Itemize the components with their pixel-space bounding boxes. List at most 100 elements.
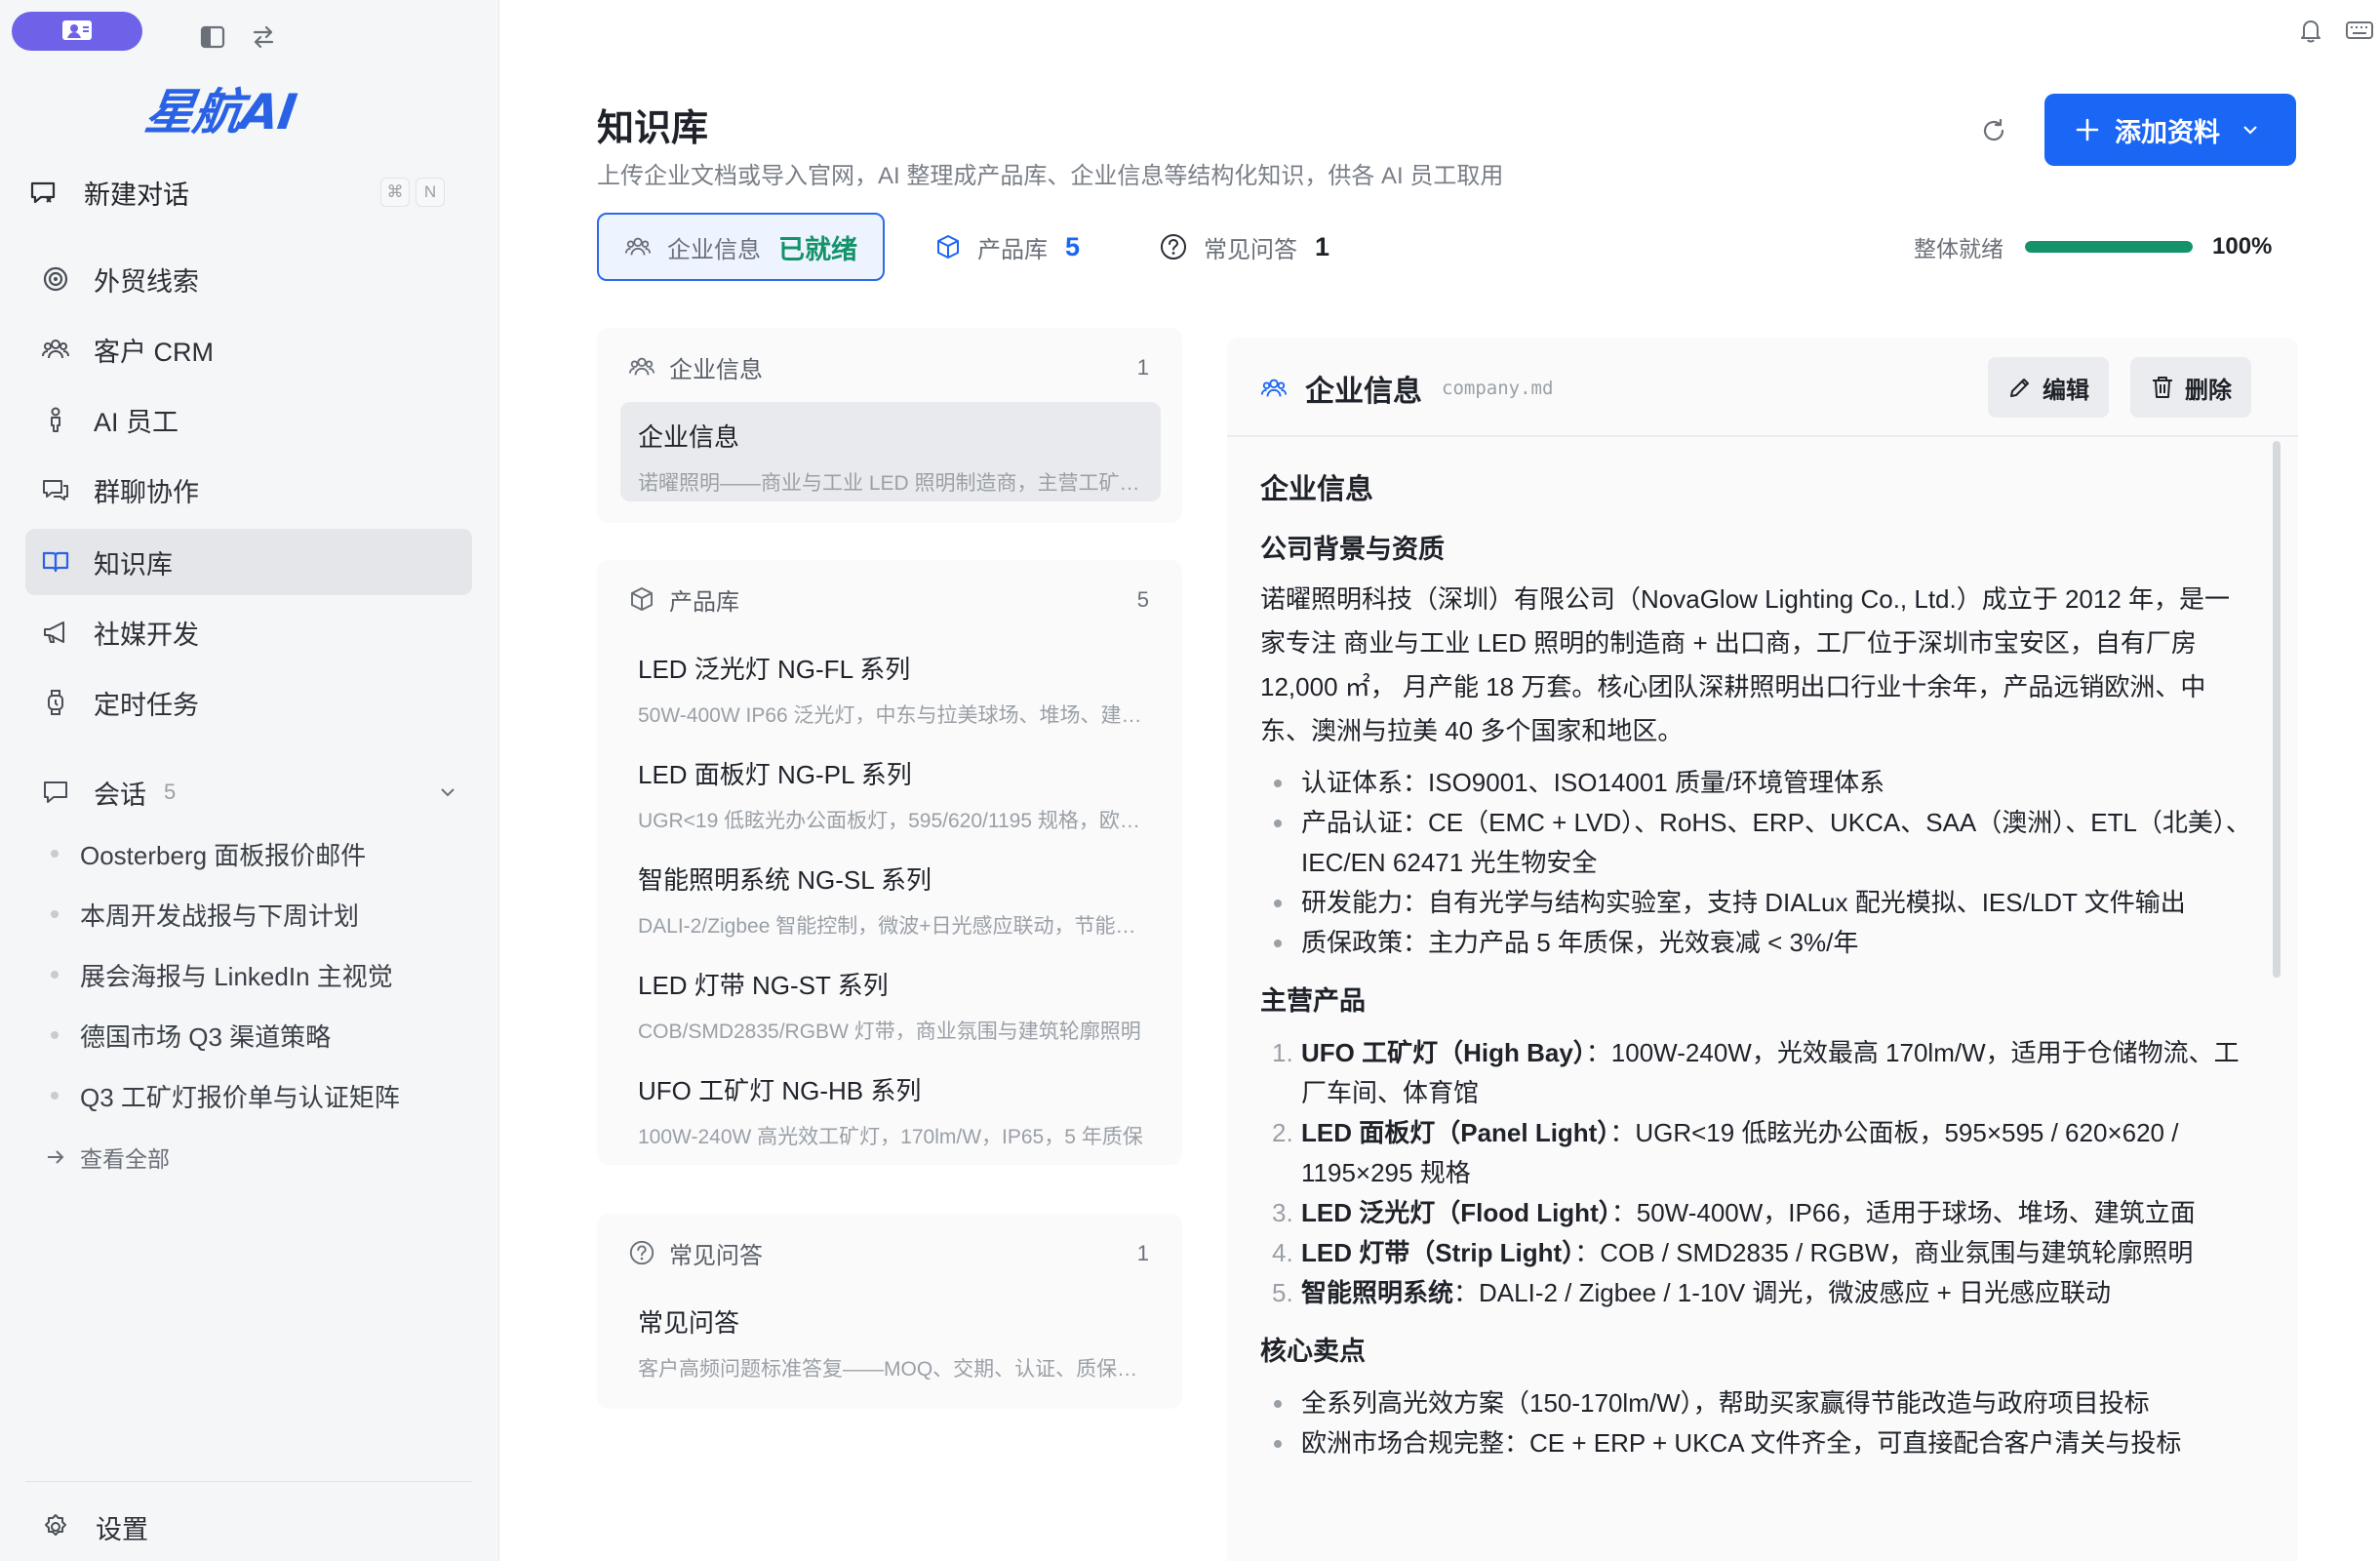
users-icon bbox=[628, 353, 655, 380]
bell-icon[interactable] bbox=[2296, 16, 2325, 45]
edit-label: 编辑 bbox=[2043, 377, 2089, 404]
sidebar-item-label: 外贸线索 bbox=[94, 266, 199, 297]
sidebar-toggle-icon[interactable] bbox=[195, 20, 230, 55]
chevron-down-icon bbox=[2240, 119, 2261, 140]
sidebar-item-label: 知识库 bbox=[94, 549, 173, 580]
chat-icon bbox=[41, 475, 70, 504]
session-title: Oosterberg 面板报价邮件 bbox=[80, 840, 367, 870]
pencil-icon bbox=[2007, 375, 2033, 400]
bullet-dot bbox=[51, 910, 59, 918]
list-item[interactable]: LED 面板灯 NG-PL 系列 UGR<19 低眩光办公面板灯，595/620… bbox=[620, 740, 1161, 839]
sidebar-item-label: 社媒开发 bbox=[94, 620, 199, 650]
sidebar-item-leads[interactable]: 外贸线索 bbox=[25, 246, 472, 312]
add-material-button[interactable]: 添加资料 bbox=[2044, 94, 2296, 166]
sidebar-item-ai-staff[interactable]: AI 员工 bbox=[25, 386, 472, 453]
tab-faq[interactable]: 常见问答 1 bbox=[1159, 213, 1329, 281]
product-name: LED 面板灯（Panel Light） bbox=[1301, 1118, 1610, 1147]
section-title: 常见问答 bbox=[669, 1242, 763, 1269]
list-item[interactable]: UFO 工矿灯 NG-HB 系列 100W-240W 高光效工矿灯，170lm/… bbox=[620, 1056, 1161, 1155]
document-header: 企业信息 company.md bbox=[1260, 361, 1553, 416]
item-title: LED 泛光灯 NG-FL 系列 bbox=[638, 655, 911, 684]
session-item[interactable]: 本周开发战报与下周计划 bbox=[51, 893, 460, 936]
view-all-sessions-link[interactable]: 查看全部 bbox=[45, 1138, 170, 1177]
product-detail: ：DALI-2 / Zigbee / 1-10V 调光，微波感应 + 日光感应联… bbox=[1453, 1278, 2112, 1307]
new-chat-button[interactable]: 新建对话 ⌘ N bbox=[27, 168, 456, 217]
tab-count-value: 1 bbox=[1315, 231, 1330, 261]
users-icon bbox=[624, 233, 652, 260]
product-detail: ：COB / SMD2835 / RGBW，商业氛围与建筑轮廓照明 bbox=[1574, 1238, 2194, 1267]
product-name: 智能照明系统 bbox=[1301, 1278, 1454, 1307]
doc-paragraph: 诺曜照明科技（深圳）有限公司（NovaGlow Lighting Co., Lt… bbox=[1260, 584, 2231, 745]
sidebar-item-group-chat[interactable]: 群聊协作 bbox=[25, 457, 472, 523]
list-number: 3. bbox=[1272, 1198, 1293, 1227]
list-number: 1. bbox=[1272, 1038, 1293, 1067]
sidebar-item-knowledge-base[interactable]: 知识库 bbox=[25, 529, 472, 595]
list-item: 质保政策：主力产品 5 年质保，光效衰减 < 3%/年 bbox=[1260, 923, 2255, 963]
users-icon bbox=[1260, 375, 1288, 402]
item-title: 常见问答 bbox=[638, 1308, 740, 1338]
sidebar-item-label: AI 员工 bbox=[94, 407, 179, 437]
section-count: 1 bbox=[1136, 355, 1149, 380]
refresh-icon[interactable] bbox=[1974, 111, 2013, 150]
readiness-label: 整体就绪 bbox=[1914, 236, 2003, 261]
chat-bubble-icon bbox=[41, 778, 70, 807]
list-item[interactable]: 企业信息 诺曜照明——商业与工业 LED 照明制造商，主营工矿灯、面板灯 bbox=[620, 402, 1161, 501]
section-count: 1 bbox=[1136, 1241, 1149, 1265]
section-header: 产品库 bbox=[628, 578, 739, 620]
session-title: 德国市场 Q3 渠道策略 bbox=[80, 1021, 332, 1052]
bullet-dot bbox=[51, 1031, 59, 1039]
list-item: 4. LED 灯带（Strip Light）：COB / SMD2835 / RG… bbox=[1260, 1233, 2255, 1273]
selling-points-list: 全系列高光效方案（150-170lm/W），帮助买家赢得节能改造与政府项目投标 … bbox=[1260, 1383, 2255, 1463]
session-item[interactable]: 德国市场 Q3 渠道策略 bbox=[51, 1014, 460, 1057]
section-title: 企业信息 bbox=[669, 356, 763, 383]
item-description: UGR<19 低眩光办公面板灯，595/620/1195 规格，欧洲市场 bbox=[638, 810, 1143, 832]
new-chat-icon bbox=[27, 177, 59, 208]
tab-product-library[interactable]: 产品库 5 bbox=[934, 213, 1080, 281]
bullet-dot bbox=[51, 971, 59, 979]
divider bbox=[1227, 435, 2298, 437]
tab-label: 产品库 bbox=[977, 236, 1048, 263]
delete-button[interactable]: 删除 bbox=[2130, 357, 2251, 418]
company-section-card: 企业信息 1 企业信息 诺曜照明——商业与工业 LED 照明制造商，主营工矿灯、… bbox=[597, 328, 1182, 523]
sessions-header[interactable]: 会话 5 bbox=[41, 769, 466, 816]
overall-readiness: 整体就绪 100% bbox=[1914, 230, 2272, 263]
list-item[interactable]: LED 泛光灯 NG-FL 系列 50W-400W IP66 泛光灯，中东与拉美… bbox=[620, 634, 1161, 734]
list-item[interactable]: 常见问答 客户高频问题标准答复——MOQ、交期、认证、质保、付款方式 bbox=[620, 1288, 1161, 1387]
tab-label: 企业信息 bbox=[667, 236, 761, 263]
session-title: Q3 工矿灯报价单与认证矩阵 bbox=[80, 1082, 400, 1112]
item-description: 客户高频问题标准答复——MOQ、交期、认证、质保、付款方式 bbox=[638, 1358, 1143, 1381]
settings-button[interactable]: 设置 bbox=[41, 1502, 148, 1551]
tab-company-info[interactable]: 企业信息 已就绪 bbox=[597, 213, 885, 281]
doc-subheading: 主营产品 bbox=[1260, 986, 1366, 1016]
sidebar-item-crm[interactable]: 客户 CRM bbox=[25, 316, 472, 382]
list-number: 5. bbox=[1272, 1278, 1293, 1307]
settings-label: 设置 bbox=[96, 1514, 148, 1544]
session-item[interactable]: 展会海报与 LinkedIn 主视觉 bbox=[51, 953, 460, 996]
session-title: 本周开发战报与下周计划 bbox=[80, 901, 360, 931]
item-description: 诺曜照明——商业与工业 LED 照明制造商，主营工矿灯、面板灯 bbox=[638, 472, 1143, 495]
chevron-down-icon[interactable] bbox=[437, 781, 458, 803]
switch-icon[interactable] bbox=[246, 20, 281, 55]
tab-status-value: 已就绪 bbox=[778, 234, 857, 264]
document-panel: 企业信息 company.md 编辑 删除 企业信息 公司背景与资质 诺曜照明科… bbox=[1227, 338, 2298, 1561]
keyboard-icon[interactable] bbox=[2345, 16, 2374, 45]
session-item[interactable]: Q3 工矿灯报价单与认证矩阵 bbox=[51, 1074, 421, 1117]
sidebar-item-scheduled-tasks[interactable]: 定时任务 bbox=[25, 669, 472, 736]
sidebar-item-social[interactable]: 社媒开发 bbox=[25, 599, 472, 665]
document-scrollbar[interactable] bbox=[2273, 441, 2281, 978]
tab-label: 常见问答 bbox=[1204, 236, 1297, 263]
session-item[interactable]: Oosterberg 面板报价邮件 bbox=[51, 832, 460, 875]
view-all-label: 查看全部 bbox=[80, 1146, 170, 1172]
workspace-toggle-button[interactable] bbox=[12, 12, 142, 51]
users-icon bbox=[41, 335, 70, 364]
edit-button[interactable]: 编辑 bbox=[1988, 357, 2109, 418]
question-circle-icon bbox=[628, 1239, 655, 1266]
products-list: 1. UFO 工矿灯（High Bay）：100W-240W，光效最高 170lm… bbox=[1260, 1033, 2255, 1313]
arrow-right-icon bbox=[45, 1146, 66, 1168]
list-item[interactable]: 智能照明系统 NG-SL 系列 DALI-2/Zigbee 智能控制，微波+日光… bbox=[620, 845, 1161, 944]
book-icon bbox=[41, 547, 70, 577]
page-subtitle: 上传企业文档或导入官网，AI 整理成产品库、企业信息等结构化知识，供各 AI 员… bbox=[597, 163, 1504, 189]
bullet-dot bbox=[51, 850, 59, 858]
list-item[interactable]: LED 灯带 NG-ST 系列 COB/SMD2835/RGBW 灯带，商业氛围… bbox=[620, 950, 1161, 1050]
sessions-label: 会话 bbox=[94, 780, 146, 810]
